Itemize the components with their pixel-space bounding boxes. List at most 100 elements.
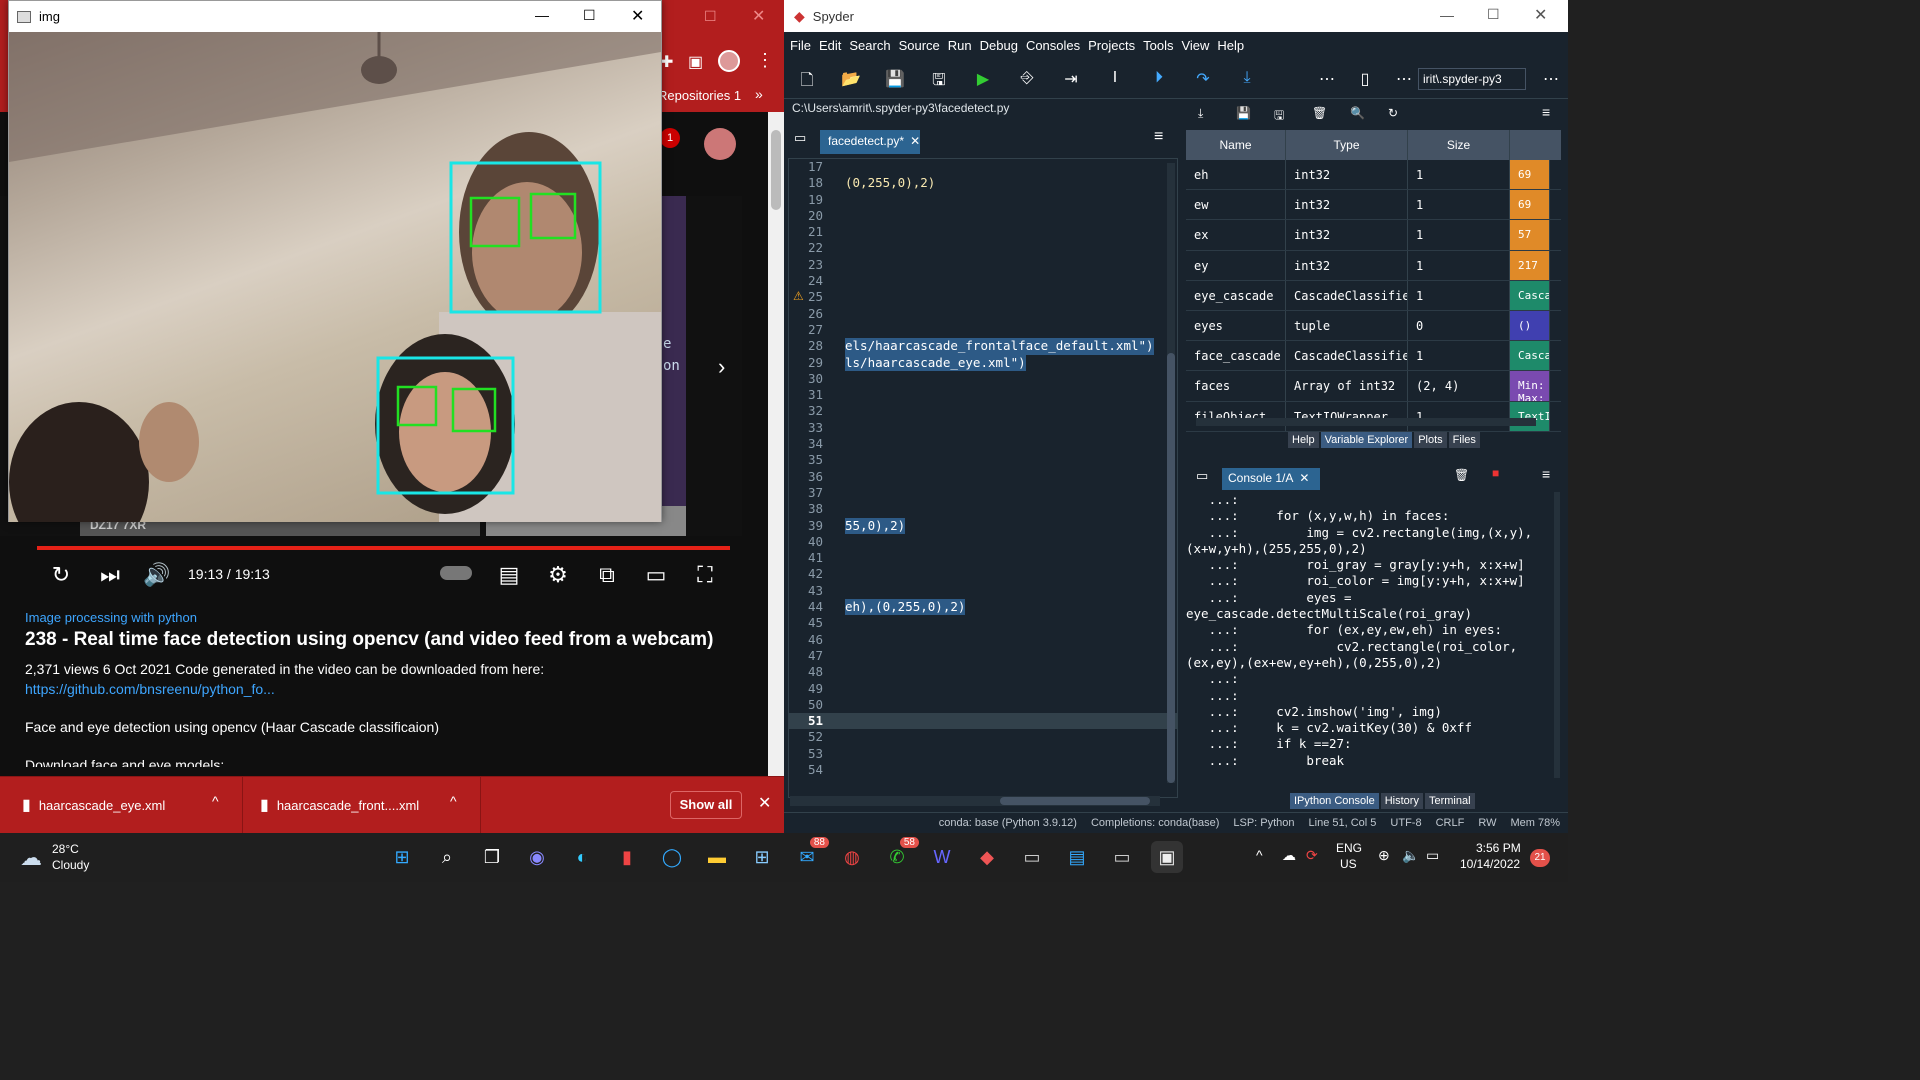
- cloud-icon[interactable]: ☁: [20, 845, 42, 871]
- battery-icon[interactable]: ▭: [1426, 847, 1439, 864]
- console-output[interactable]: ...: ...: for (x,y,w,h) in faces: ...: i…: [1186, 492, 1561, 778]
- close-tab-icon[interactable]: ✕: [910, 134, 920, 150]
- menu-projects[interactable]: Projects: [1088, 38, 1135, 53]
- more-dots-icon-3[interactable]: ⋯: [1536, 69, 1566, 89]
- chevron-up-icon[interactable]: ^: [212, 793, 219, 809]
- more-dots-icon[interactable]: ⋯: [1312, 69, 1342, 89]
- office-icon[interactable]: ▮: [611, 841, 643, 873]
- menu-consoles[interactable]: Consoles: [1026, 38, 1080, 53]
- browse-tabs-icon[interactable]: ▭: [794, 130, 806, 146]
- menu-view[interactable]: View: [1181, 38, 1209, 53]
- theater-icon[interactable]: ▭: [641, 560, 671, 590]
- menu-debug[interactable]: Debug: [980, 38, 1018, 53]
- editor-hscroll[interactable]: [790, 796, 1160, 806]
- next-arrow-icon[interactable]: ›: [718, 354, 725, 380]
- sidepanel-icon[interactable]: ▣: [688, 52, 703, 72]
- notepad-icon[interactable]: ▤: [1061, 841, 1093, 873]
- step-into-icon[interactable]: ⤓: [1232, 69, 1262, 87]
- extension-icon[interactable]: ✚: [660, 52, 673, 72]
- chevron-up-icon[interactable]: ^: [1256, 847, 1263, 863]
- column-header[interactable]: Name: [1186, 130, 1286, 160]
- whatsapp-icon[interactable]: ✆ 58: [881, 837, 919, 873]
- code-text[interactable]: els/haarcascade_frontalface_default.xml"…: [845, 338, 1154, 355]
- terminal-icon[interactable]: ▭: [1016, 841, 1048, 873]
- refresh-icon[interactable]: ↻: [1388, 106, 1398, 120]
- store-icon[interactable]: ⊞: [746, 841, 778, 873]
- var-hscroll[interactable]: [1196, 418, 1536, 426]
- replay-icon[interactable]: ↻: [46, 560, 76, 590]
- console-options-icon[interactable]: ≡: [1542, 466, 1550, 482]
- cloud-sync-icon[interactable]: ☁: [1282, 847, 1296, 864]
- app-w-icon[interactable]: W: [926, 841, 958, 873]
- variable-row[interactable]: ex int32 1 57: [1186, 220, 1561, 251]
- chevron-right-icon[interactable]: »: [755, 86, 763, 102]
- menu-tools[interactable]: Tools: [1143, 38, 1173, 53]
- sync-icon[interactable]: ⟳: [1306, 847, 1318, 864]
- fullscreen-icon[interactable]: ⛶: [690, 560, 720, 590]
- minimize-icon[interactable]: —: [1440, 7, 1454, 23]
- clear-console-icon[interactable]: 🗑: [1454, 468, 1469, 482]
- menu-source[interactable]: Source: [899, 38, 940, 53]
- editor-options-icon[interactable]: ≡: [1154, 128, 1163, 146]
- user-avatar[interactable]: [704, 128, 736, 160]
- close-icon[interactable]: ✕: [752, 6, 765, 26]
- menu-help[interactable]: Help: [1217, 38, 1244, 53]
- menu-edit[interactable]: Edit: [819, 38, 841, 53]
- teams-icon[interactable]: ◉: [521, 841, 553, 873]
- maximize-icon[interactable]: ☐: [1487, 6, 1500, 23]
- tab-plots[interactable]: Plots: [1414, 432, 1447, 448]
- chevron-up-icon[interactable]: ^: [450, 793, 457, 809]
- task-view-icon[interactable]: ❐: [476, 841, 508, 873]
- variable-row[interactable]: eh int32 1 69: [1186, 160, 1561, 191]
- miniplayer-icon[interactable]: ⧉: [592, 560, 622, 590]
- close-icon[interactable]: ✕: [631, 6, 644, 26]
- pane-options-icon[interactable]: ≡: [1542, 104, 1550, 120]
- weather-desc[interactable]: Cloudy: [52, 858, 89, 872]
- show-all-button[interactable]: Show all: [670, 791, 742, 819]
- code-text[interactable]: (0,255,0),2): [845, 175, 935, 191]
- save-all-icon[interactable]: 🖫: [924, 69, 954, 96]
- subtitles-icon[interactable]: ▤: [494, 560, 524, 590]
- tab-ipython[interactable]: IPython Console: [1290, 793, 1379, 809]
- save-data-icon[interactable]: 💾: [1236, 106, 1251, 120]
- download-item-front[interactable]: ▮ haarcascade_front....xml: [260, 795, 419, 815]
- cortana-icon[interactable]: ◯: [656, 841, 688, 873]
- editor-hscroll-thumb[interactable]: [1000, 797, 1150, 805]
- clock-time[interactable]: 3:56 PM: [1476, 841, 1521, 855]
- windows-start-icon[interactable]: ⊞: [386, 841, 418, 873]
- column-header[interactable]: Type: [1286, 130, 1408, 160]
- run-cell-advance-icon[interactable]: ⇥: [1056, 69, 1086, 89]
- scrollbar-thumb[interactable]: [771, 130, 781, 210]
- channel-link[interactable]: Image processing with python: [25, 610, 765, 625]
- run-selection-icon[interactable]: I: [1100, 69, 1130, 87]
- menu-run[interactable]: Run: [948, 38, 972, 53]
- globe-icon[interactable]: ⊕: [1378, 847, 1390, 864]
- save-as-icon[interactable]: 🖫: [1274, 106, 1284, 127]
- autoplay-toggle[interactable]: [440, 566, 472, 580]
- close-tab-icon[interactable]: ✕: [1299, 471, 1309, 487]
- code-editor[interactable]: 17 18 (0,255,0),2) 19 20 21 22 23 24 25 26 27 28 els/…: [788, 158, 1178, 798]
- tab-variable-explorer[interactable]: Variable Explorer: [1320, 432, 1413, 448]
- tab-terminal[interactable]: Terminal: [1424, 793, 1475, 809]
- editor-scrollbar[interactable]: [1167, 163, 1175, 783]
- next-icon[interactable]: ⏭: [95, 560, 125, 590]
- variable-row[interactable]: ey int32 1 217: [1186, 250, 1561, 281]
- tab-history[interactable]: History: [1380, 793, 1423, 809]
- code-text[interactable]: 55,0),2): [845, 517, 906, 534]
- menu-dots-icon[interactable]: ⋮: [756, 50, 774, 71]
- working-dir-combo[interactable]: irit\.spyder-py3: [1418, 68, 1526, 90]
- lang-2[interactable]: US: [1340, 857, 1357, 871]
- tab-help[interactable]: Help: [1288, 432, 1319, 448]
- editor-scroll-thumb[interactable]: [1167, 353, 1175, 783]
- maximize-icon[interactable]: ☐: [704, 8, 717, 25]
- save-icon[interactable]: 💾: [880, 69, 910, 89]
- mail-icon[interactable]: ✉ 88: [791, 837, 829, 873]
- search-icon[interactable]: 🔍: [1350, 106, 1365, 120]
- tab-facedetect[interactable]: facedetect.py* ✕: [820, 130, 920, 154]
- code-text[interactable]: eh),(0,255,0),2): [845, 599, 966, 616]
- maximize-pane-icon[interactable]: ▯: [1350, 69, 1380, 89]
- lang-1[interactable]: ENG: [1336, 841, 1362, 855]
- import-icon[interactable]: ⤓: [1198, 106, 1203, 121]
- tab-console[interactable]: Console 1/A ✕: [1222, 468, 1320, 490]
- volume-icon[interactable]: 🔊: [142, 560, 172, 590]
